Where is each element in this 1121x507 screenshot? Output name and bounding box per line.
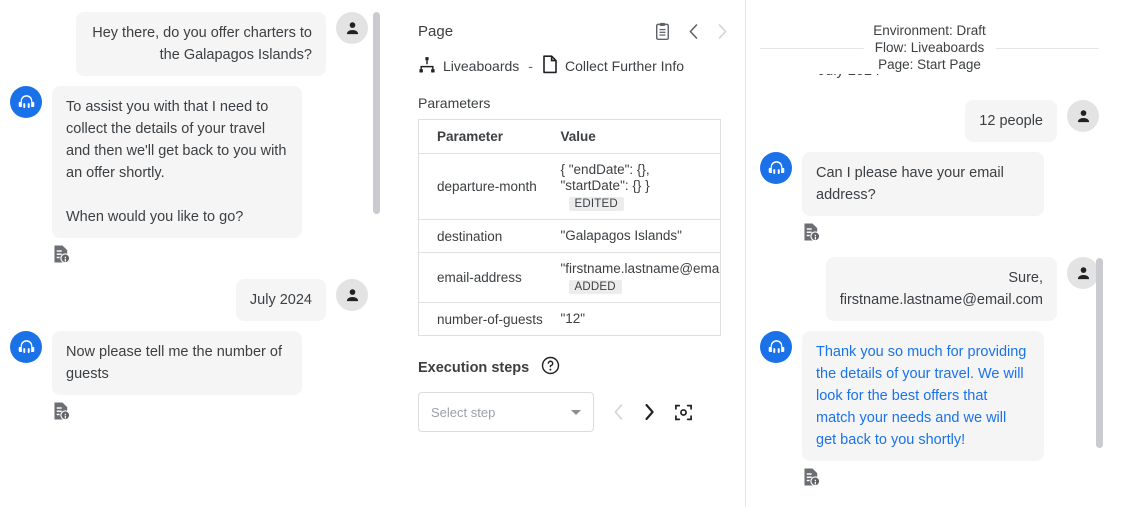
chat-message: Sure, firstname.lastname@email.com (760, 257, 1099, 321)
message-row: Thank you so much for providing the deta… (760, 331, 1099, 492)
message-row: Hey there, do you offer charters to the … (10, 12, 368, 76)
parameter-name: email-address (419, 253, 543, 303)
chat-message: Can I please have your email address? (760, 152, 1099, 247)
execution-steps-controls: Select step (418, 392, 739, 432)
user-avatar (336, 279, 368, 311)
chat-message: Thank you so much for providing the deta… (760, 331, 1099, 492)
status-badge: ADDED (569, 280, 622, 294)
message-row: To assist you with that I need to collec… (10, 86, 368, 269)
chat-message: To assist you with that I need to collec… (10, 86, 368, 269)
user-avatar (1067, 257, 1099, 289)
parameter-value: "firstname.lastname@ema ADDED (543, 253, 721, 303)
chat-message: Now please tell me the number of guests (10, 331, 368, 426)
chat-bubble: Hey there, do you offer charters to the … (76, 12, 326, 76)
response-info-icon[interactable] (52, 244, 302, 269)
page-document-icon (542, 55, 558, 77)
simulator-transcript-panel: Hey there, do you offer charters to the … (0, 0, 396, 507)
page-header-actions (654, 22, 739, 41)
center-focus-icon[interactable] (674, 403, 693, 422)
select-step-placeholder: Select step (431, 405, 495, 420)
page-title: Page (418, 23, 453, 40)
parameter-value-text: "12" (561, 311, 713, 327)
message-row: Can I please have your email address? (760, 152, 1099, 247)
message-row: Now please tell me the number of guests (10, 331, 368, 426)
parameter-value-text: { "endDate": {}, "startDate": {} } (561, 162, 713, 194)
message-row: 12 people (760, 100, 1099, 142)
chat-bubble: Can I please have your email address? (802, 152, 1044, 216)
right-panel-scrollbar[interactable] (1096, 258, 1103, 448)
agent-avatar (760, 331, 792, 363)
parameters-label: Parameters (418, 95, 739, 111)
clipboard-icon[interactable] (654, 22, 671, 41)
conversation-preview-panel: Environment: Draft Flow: Liveaboards Pag… (745, 0, 1121, 507)
app-root: Hey there, do you offer charters to the … (0, 0, 1121, 507)
chat-bubble: July 2024 (236, 279, 326, 321)
account-tree-icon (418, 56, 436, 77)
clipped-message: July 2024 (760, 74, 1099, 92)
chat-bubble: 12 people (965, 100, 1057, 142)
execution-steps-label: Execution steps (418, 360, 529, 376)
chat-bubble: Sure, firstname.lastname@email.com (826, 257, 1057, 321)
parameter-value-text: "firstname.lastname@ema (561, 261, 713, 277)
table-row: departure-month { "endDate": {}, "startD… (419, 154, 721, 220)
table-row: destination "Galapagos Islands" (419, 220, 721, 253)
previous-page-icon[interactable] (687, 23, 700, 40)
parameter-value: { "endDate": {}, "startDate": {} } EDITE… (543, 154, 721, 220)
left-panel-scrollbar[interactable] (373, 12, 380, 214)
parameter-value-text: "Galapagos Islands" (561, 228, 713, 244)
table-header-row: Parameter Value (419, 120, 721, 154)
chat-bubble: Now please tell me the number of guests (52, 331, 302, 395)
table-row: email-address "firstname.lastname@ema AD… (419, 253, 721, 303)
breadcrumb-page-label[interactable]: Collect Further Info (565, 58, 684, 74)
parameter-value: "Galapagos Islands" (543, 220, 721, 253)
table-row: number-of-guests "12" (419, 303, 721, 336)
help-circle-icon[interactable] (541, 356, 560, 380)
parameter-value: "12" (543, 303, 721, 336)
page-details-panel: Page (400, 0, 745, 507)
select-step-dropdown[interactable]: Select step (418, 392, 594, 432)
response-info-icon[interactable] (802, 222, 1044, 247)
agent-avatar (10, 86, 42, 118)
next-page-icon[interactable] (716, 23, 729, 40)
environment-header-text: Environment: Draft Flow: Liveaboards Pag… (863, 22, 996, 73)
user-avatar (1067, 100, 1099, 132)
next-step-icon[interactable] (643, 403, 656, 421)
user-avatar (336, 12, 368, 44)
chat-message: Hey there, do you offer charters to the … (10, 12, 368, 76)
parameter-name: departure-month (419, 154, 543, 220)
column-header-parameter: Parameter (419, 120, 543, 154)
status-badge: EDITED (569, 197, 624, 211)
chevron-down-icon (571, 410, 581, 415)
message-row: Sure, firstname.lastname@email.com (760, 257, 1099, 321)
message-list: 12 people Can I please have your email a… (760, 100, 1099, 492)
parameters-table: Parameter Value departure-month { "endDa… (418, 119, 721, 336)
response-info-icon[interactable] (52, 401, 302, 426)
chat-bubble: Thank you so much for providing the deta… (802, 331, 1044, 461)
response-info-icon[interactable] (802, 467, 1044, 492)
parameter-name: number-of-guests (419, 303, 543, 336)
chat-bubble: To assist you with that I need to collec… (52, 86, 302, 238)
breadcrumb: Liveaboards - Collect Further Info (418, 55, 739, 77)
agent-avatar (10, 331, 42, 363)
previous-step-icon[interactable] (612, 403, 625, 421)
environment-header: Environment: Draft Flow: Liveaboards Pag… (760, 22, 1099, 74)
agent-avatar (760, 152, 792, 184)
execution-steps-header: Execution steps (418, 356, 739, 380)
column-header-value: Value (543, 120, 721, 154)
clipped-message-text: July 2024 (818, 74, 880, 82)
page-header: Page (418, 22, 739, 41)
chat-message: 12 people (760, 100, 1099, 142)
message-list: Hey there, do you offer charters to the … (10, 12, 368, 426)
chat-message: July 2024 (10, 279, 368, 321)
breadcrumb-separator: - (526, 58, 535, 74)
message-row: July 2024 (10, 279, 368, 321)
breadcrumb-flow-label[interactable]: Liveaboards (443, 58, 519, 74)
parameter-name: destination (419, 220, 543, 253)
